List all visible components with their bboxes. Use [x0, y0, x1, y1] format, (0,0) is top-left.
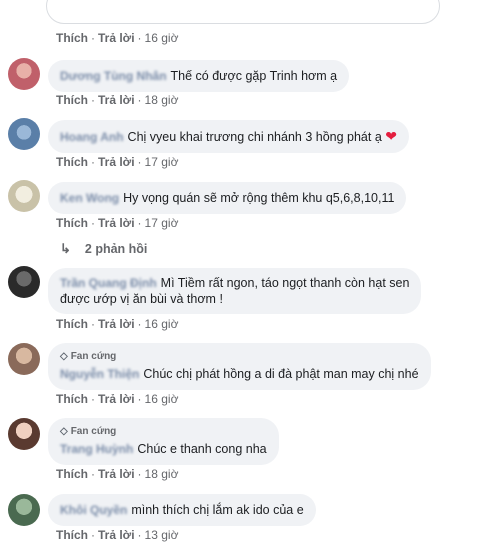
comment-actions: Thích · Trả lời · 16 giờ [56, 31, 178, 45]
comment-text: mình thích chị lắm ak ido của e [131, 503, 304, 517]
commenter-name[interactable]: Dương Tùng Nhân [60, 69, 167, 83]
commenter-name[interactable]: Hoang Anh [60, 130, 124, 144]
separator: · [137, 392, 142, 406]
separator: · [137, 467, 142, 481]
comment-time[interactable]: 18 giờ [145, 467, 179, 481]
reply-button[interactable]: Trả lời [98, 392, 135, 406]
reply-button[interactable]: Trả lời [98, 93, 135, 107]
comment-time[interactable]: 16 giờ [145, 392, 179, 406]
separator: · [91, 392, 95, 406]
comment-text-line2: được ướp vị ăn bùi và thơm ! [60, 292, 223, 306]
reply-button[interactable]: Trả lời [98, 155, 135, 169]
reply-button[interactable]: Trả lời [98, 216, 135, 230]
view-replies-link[interactable]: ↳ 2 phản hồi [60, 241, 147, 257]
avatar[interactable] [8, 494, 40, 526]
like-button[interactable]: Thích [56, 317, 88, 331]
fan-badge: ◇ Fan cứng [60, 349, 419, 365]
like-button[interactable]: Thích [56, 31, 88, 45]
separator: · [137, 93, 142, 107]
comment-actions: Thích · Trả lời · 16 giờ [56, 392, 178, 406]
comment-time[interactable]: 13 giờ [145, 528, 179, 542]
comment-text: Hy vọng quán sẽ mở rộng thêm khu q5,6,8,… [123, 191, 395, 205]
comment-text: Mì Tiềm rất ngon, táo ngọt thanh còn hạt… [160, 276, 410, 290]
comment-bubble: Dương Tùng Nhân Thế có được gặp Trinh hơm… [48, 60, 350, 92]
previous-comment-bubble [46, 0, 440, 24]
separator: · [137, 528, 142, 542]
comment-time[interactable]: 16 giờ [145, 31, 179, 45]
replies-count-label: 2 phản hồi [84, 242, 148, 256]
reply-button[interactable]: Trả lời [98, 31, 135, 45]
reply-button[interactable]: Trả lời [98, 467, 135, 481]
comment-actions: Thích · Trả lời · 18 giờ [56, 93, 178, 107]
separator: · [137, 216, 142, 230]
diamond-icon: ◇ [60, 426, 68, 437]
separator: · [91, 528, 95, 542]
like-button[interactable]: Thích [56, 528, 88, 542]
avatar[interactable] [8, 58, 40, 90]
commenter-name[interactable]: Nguyễn Thiện [60, 367, 139, 381]
comment-text: Chị vyeu khai trương chi nhánh 3 hồng ph… [127, 130, 382, 144]
avatar[interactable] [8, 180, 40, 212]
comment-time[interactable]: 17 giờ [145, 216, 179, 230]
comment-bubble: Hoang Anh Chị vyeu khai trương chi nhánh … [48, 120, 409, 153]
reply-arrow-icon: ↳ [60, 241, 71, 256]
comment-actions: Thích · Trả lời · 18 giờ [56, 467, 178, 481]
separator: · [137, 155, 142, 169]
avatar[interactable] [8, 118, 40, 150]
separator: · [137, 31, 142, 45]
comment-time[interactable]: 17 giờ [145, 155, 179, 169]
avatar[interactable] [8, 343, 40, 375]
comment-time[interactable]: 16 giờ [145, 317, 179, 331]
comment-actions: Thích · Trả lời · 16 giờ [56, 317, 178, 331]
comment-actions: Thích · Trả lời · 13 giờ [56, 528, 178, 542]
commenter-name[interactable]: Khôi Quyền [60, 503, 127, 517]
reply-button[interactable]: Trả lời [98, 528, 135, 542]
separator: · [91, 216, 95, 230]
like-button[interactable]: Thích [56, 216, 88, 230]
fan-badge: ◇ Fan cứng [60, 424, 267, 440]
comment-bubble: ◇ Fan cứng Trang Huỳnh Chúc e thanh cong n… [48, 418, 279, 465]
comment-actions: Thích · Trả lời · 17 giờ [56, 216, 178, 230]
like-button[interactable]: Thích [56, 467, 88, 481]
commenter-name[interactable]: Ken Wong [60, 191, 119, 205]
fan-badge-label: Fan cứng [70, 351, 117, 362]
separator: · [91, 467, 95, 481]
reply-button[interactable]: Trả lời [98, 317, 135, 331]
separator: · [91, 31, 95, 45]
comment-time[interactable]: 18 giờ [145, 93, 179, 107]
fan-badge-label: Fan cứng [70, 426, 117, 437]
heart-icon: ❤ [385, 128, 397, 144]
like-button[interactable]: Thích [56, 93, 88, 107]
separator: · [91, 155, 95, 169]
separator: · [91, 93, 95, 107]
comment-bubble: ◇ Fan cứng Nguyễn Thiện Chúc chị phát hồng… [48, 343, 431, 390]
avatar[interactable] [8, 266, 40, 298]
commenter-name[interactable]: Trang Huỳnh [60, 442, 133, 456]
commenter-name[interactable]: Trần Quang Định [60, 276, 157, 290]
like-button[interactable]: Thích [56, 392, 88, 406]
like-button[interactable]: Thích [56, 155, 88, 169]
avatar[interactable] [8, 418, 40, 450]
separator: · [137, 317, 142, 331]
diamond-icon: ◇ [60, 351, 68, 362]
comment-bubble: Ken Wong Hy vọng quán sẽ mở rộng thêm khu… [48, 182, 407, 214]
comment-text: Thế có được gặp Trinh hơm ạ [170, 69, 338, 83]
comment-text: Chúc e thanh cong nha [137, 442, 267, 456]
comment-bubble: Khôi Quyền mình thích chị lắm ak ido của … [48, 494, 316, 526]
comment-text: Chúc chị phát hồng a di đà phật man may … [143, 367, 419, 381]
comment-actions: Thích · Trả lời · 17 giờ [56, 155, 178, 169]
separator: · [91, 317, 95, 331]
comment-bubble: Trần Quang Định Mì Tiềm rất ngon, táo ngọ… [48, 268, 422, 314]
